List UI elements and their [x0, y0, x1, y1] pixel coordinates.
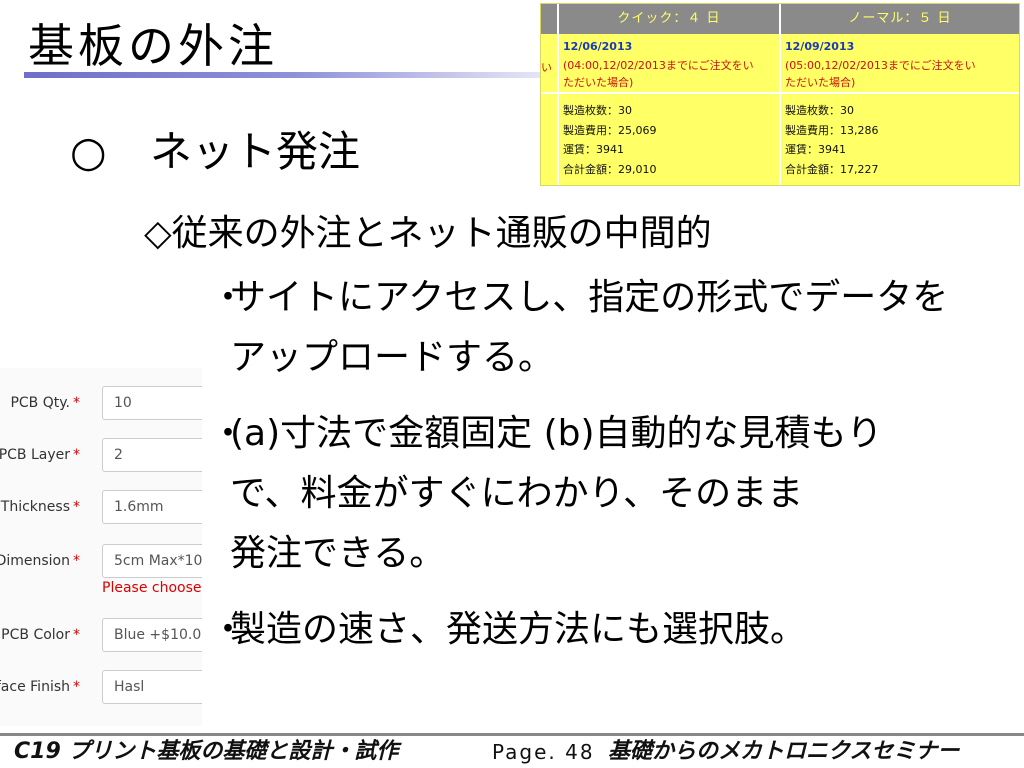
delivery-date: 12/06/2013: [563, 40, 633, 53]
pcb-color-select[interactable]: Blue +$10.00: [102, 618, 202, 652]
price-lines: 製造枚数：30 製造費用：25,069 運賃：3941 合計金額：29,010: [563, 101, 657, 179]
field-label: Dimension *: [0, 553, 80, 569]
quantity-line: 製造枚数：30: [563, 104, 632, 117]
bullet-shipping: ・ 製造の速さ、発送方法にも選択肢。: [210, 600, 806, 660]
form-row-layer: PCB Layer * 2: [0, 438, 202, 478]
pcb-qty-select[interactable]: 10: [102, 386, 202, 420]
shipping-line: 運賃：3941: [563, 143, 624, 156]
quote-column-normal: ノーマル：５ 日 12/09/2013 (05:00,12/02/2013までに…: [781, 4, 1019, 185]
bullet-line: 製造の速さ、発送方法にも選択肢。: [230, 609, 807, 650]
field-label: PCB Layer *: [0, 447, 80, 463]
bullet-line: アップロードする。: [230, 337, 555, 378]
validation-error: Please choose: [102, 580, 202, 596]
column-header: ノーマル：５ 日: [781, 4, 1019, 34]
bullet-mark: ・: [210, 413, 247, 454]
heading-text: ネット発注: [150, 127, 361, 176]
cost-line: 製造費用：13,286: [785, 123, 879, 137]
bullet-upload: ・ サイトにアクセスし、指定の形式でデータを アップロードする。: [210, 268, 948, 388]
column-header: クイック：４ 日: [559, 4, 779, 34]
bullet-line: で、料金がすぐにわかり、そのまま: [230, 473, 804, 514]
page-number: Page. 48: [492, 740, 595, 764]
dimension-select[interactable]: 5cm Max*10cm Max: [102, 544, 202, 578]
course-title: C19 プリント基板の基礎と設計・試作: [14, 739, 399, 764]
pcb-layer-select[interactable]: 2: [102, 438, 202, 472]
form-row-color: PCB Color * Blue +$10.00: [0, 618, 202, 658]
field-label: PCB Qty. *: [10, 395, 80, 411]
field-label: Thickness *: [0, 499, 80, 515]
title-underline: [24, 72, 624, 78]
surface-finish-select[interactable]: Hasl: [102, 670, 202, 704]
truncated-cell: い: [541, 61, 552, 74]
total-line: 合計金額：29,010: [563, 162, 657, 176]
slide-title: 基板の外注: [28, 19, 278, 73]
order-form: PCB Qty. * 10 PCB Layer * 2 Thickness * 1.6…: [0, 368, 202, 726]
seminar-title: 基礎からのメカトロニクスセミナー: [608, 739, 960, 764]
bullet-line: サイトにアクセスし、指定の形式でデータを: [230, 277, 949, 318]
quantity-line: 製造枚数：30: [785, 104, 854, 117]
cost-line: 製造費用：25,069: [563, 123, 657, 137]
thickness-select[interactable]: 1.6mm: [102, 490, 202, 524]
form-row-thickness: Thickness * 1.6mm: [0, 490, 202, 530]
bullet-mark: ・: [210, 609, 247, 650]
delivery-date: 12/09/2013: [785, 40, 855, 53]
order-deadline-note: (04:00,12/02/2013までにご注文をいただいた場合): [563, 59, 754, 89]
form-row-dimension: Dimension* 5cm Max*10cm Max Please choos…: [0, 544, 202, 608]
total-line: 合計金額：17,227: [785, 162, 879, 176]
slide-footer: C19 プリント基板の基礎と設計・試作 Page. 48 基礎からのメカトロニク…: [14, 738, 1014, 766]
quote-column-quick: クイック：４ 日 12/06/2013 (04:00,12/02/2013までに…: [559, 4, 779, 185]
section-heading: ○ ネット発注: [70, 124, 360, 180]
bullet-mark: ・: [210, 277, 247, 318]
field-label: face Finish *: [0, 679, 80, 695]
subheading: ◇従来の外注とネット通販の中間的: [144, 213, 712, 254]
heading-mark: ○: [70, 127, 107, 176]
form-row-finish: face Finish * Hasl: [0, 670, 202, 710]
bullet-line: 発注できる。: [230, 533, 446, 574]
order-deadline-note: (05:00,12/02/2013までにご注文をいただいた場合): [785, 59, 976, 89]
footer-divider: [0, 733, 1024, 736]
price-lines: 製造枚数：30 製造費用：13,286 運賃：3941 合計金額：17,227: [785, 101, 879, 179]
shipping-line: 運賃：3941: [785, 143, 846, 156]
field-label: PCB Color *: [1, 627, 80, 643]
form-row-qty: PCB Qty. * 10: [0, 386, 202, 426]
bullet-line: (a)寸法で金額固定 (b)自動的な見積もり: [230, 413, 883, 454]
quote-table: い クイック：４ 日 12/06/2013 (04:00,12/02/2013ま…: [540, 3, 1020, 186]
bullet-pricing: ・ (a)寸法で金額固定 (b)自動的な見積もり で、料金がすぐにわかり、そのま…: [210, 404, 883, 584]
